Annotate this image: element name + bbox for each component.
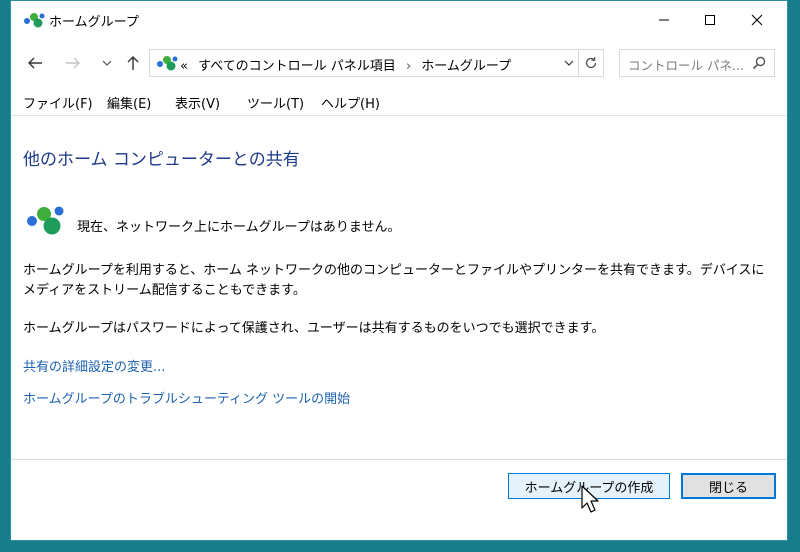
refresh-button[interactable] [578,50,603,76]
close-button[interactable]: 閉じる [681,473,776,499]
maximize-button[interactable] [687,1,733,39]
menu-tools[interactable]: ツール(T) [247,93,304,112]
homegroup-description: ホームグループを利用すると、ホーム ネットワークの他のコンピューターとファイルや… [23,263,765,298]
menu-edit[interactable]: 編集(E) [107,93,151,112]
up-button[interactable] [121,51,145,75]
arrow-left-icon [28,57,42,69]
homegroup-icon [27,206,64,235]
footer-divider [11,459,787,460]
search-icon [752,56,766,70]
address-bar[interactable]: « すべてのコントロール パネル項目 › ホームグループ [149,49,604,77]
no-homegroup-message: 現在、ネットワーク上にホームグループはありません。 [77,220,401,235]
homegroup-security-note: ホームグループはパスワードによって保護され、ユーザーは共有するものをいつでも選択… [23,321,605,336]
mouse-cursor-icon [581,485,599,513]
search-input[interactable]: コントロール パネ... [628,55,744,74]
homegroup-icon [157,56,178,71]
close-icon [751,14,763,26]
search-box[interactable]: コントロール パネ... [619,49,775,77]
forward-button[interactable] [61,51,85,75]
refresh-icon [585,57,597,69]
menu-help[interactable]: ヘルプ(H) [321,93,380,112]
menu-bar: ファイル(F) 編集(E) 表示(V) ツール(T) ヘルプ(H) [11,87,787,116]
back-button[interactable] [23,51,47,75]
menu-file[interactable]: ファイル(F) [23,93,93,112]
advanced-sharing-settings-link[interactable]: 共有の詳細設定の変更... [23,356,165,375]
homegroup-window: ホームグループ « すべてのコントロール パネル項目 › ホームグループ コント… [10,0,788,541]
homegroup-icon [24,13,45,28]
navigation-bar: « すべてのコントロール パネル項目 › ホームグループ コントロール パネ..… [11,45,787,81]
breadcrumb-all-control-panel-items[interactable]: すべてのコントロール パネル項目 [198,59,396,74]
recent-locations-button[interactable] [95,51,119,75]
breadcrumb-separator[interactable]: › [406,59,411,74]
window-title: ホームグループ [49,15,139,30]
close-window-button[interactable] [734,1,780,39]
arrow-right-icon [66,57,80,69]
chevron-down-icon [564,60,574,66]
title-bar[interactable]: ホームグループ [11,1,787,39]
minimize-icon [659,19,669,21]
maximize-icon [705,15,715,25]
arrow-up-icon [127,56,139,70]
page-title: 他のホーム コンピューターとの共有 [23,150,300,170]
menu-view[interactable]: 表示(V) [175,93,220,112]
address-dropdown-button[interactable] [559,50,579,76]
address-overflow[interactable]: « [180,59,188,74]
troubleshooter-link[interactable]: ホームグループのトラブルシューティング ツールの開始 [23,388,350,407]
minimize-button[interactable] [641,1,687,39]
address-path: « すべてのコントロール パネル項目 › ホームグループ [180,55,511,74]
chevron-down-icon [102,60,112,66]
breadcrumb-homegroup[interactable]: ホームグループ [421,59,511,74]
